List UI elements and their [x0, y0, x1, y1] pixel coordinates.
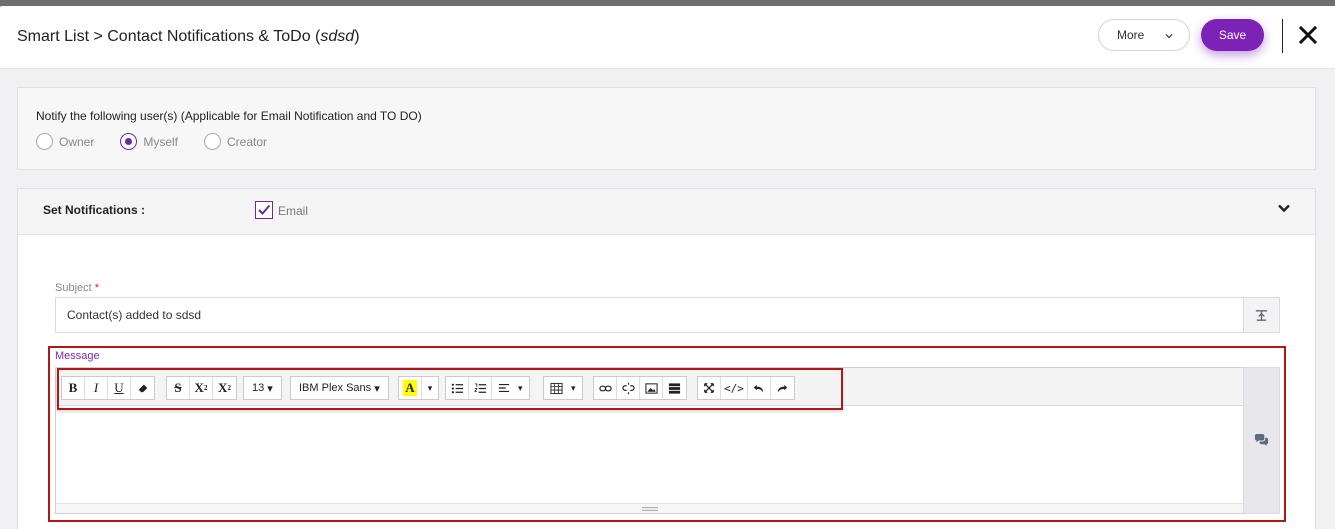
title-prefix: Smart List > Contact Notifications & ToD…: [17, 28, 321, 45]
modal-header: Smart List > Contact Notifications & ToD…: [0, 6, 1335, 69]
required-mark: *: [94, 282, 100, 294]
save-button[interactable]: Save: [1201, 19, 1264, 51]
radio-creator-label: Creator: [227, 134, 268, 149]
comments-icon: [1254, 433, 1269, 447]
radio-owner-label: Owner: [59, 134, 95, 149]
radio-owner-circle[interactable]: [36, 133, 53, 150]
subject-label-text: Subject: [55, 282, 92, 294]
radio-myself-label: Myself: [143, 134, 179, 149]
text-insert-icon: [1255, 309, 1268, 321]
radio-creator-circle[interactable]: [204, 133, 222, 150]
subject-input[interactable]: Contact(s) added to sdsd: [55, 297, 1244, 333]
merge-field-button[interactable]: [1243, 297, 1280, 333]
radio-myself-circle[interactable]: [120, 133, 138, 150]
more-label: More: [1117, 28, 1145, 42]
resize-grip-icon: [641, 506, 658, 511]
checkmark-icon: [258, 204, 271, 215]
close-icon[interactable]: [1298, 25, 1318, 45]
subject-label: Subject *: [55, 282, 99, 294]
notify-radio-group: Owner Myself Creator: [36, 133, 293, 150]
more-dropdown-button[interactable]: More: [1098, 19, 1190, 51]
modal-dialog: Smart List > Contact Notifications & ToD…: [0, 6, 1335, 529]
radio-owner[interactable]: Owner: [36, 133, 94, 150]
header-divider: [1282, 19, 1283, 53]
chevron-down-icon: [1165, 34, 1173, 39]
title-suffix: ): [354, 28, 360, 45]
email-label: Email: [278, 204, 309, 218]
notify-label: Notify the following user(s) (Applicable…: [36, 109, 422, 123]
radio-myself[interactable]: Myself: [120, 133, 178, 150]
comment-toggle-button[interactable]: [1243, 367, 1280, 514]
message-label: Message: [55, 350, 100, 362]
email-checkbox[interactable]: [255, 201, 273, 219]
title-list-name: sdsd: [320, 28, 355, 45]
notifications-panel: Set Notifications : Email Subject * Cont…: [17, 188, 1316, 529]
radio-creator[interactable]: Creator: [204, 133, 267, 150]
chevron-down-icon[interactable]: [1276, 200, 1292, 216]
notifications-header: Set Notifications : Email: [18, 189, 1315, 235]
page-title: Smart List > Contact Notifications & ToD…: [17, 28, 360, 46]
toolbar-highlight-outline: [57, 368, 843, 410]
set-notifications-label: Set Notifications :: [43, 203, 146, 217]
editor-resize-handle[interactable]: [56, 503, 1243, 513]
notify-users-panel: Notify the following user(s) (Applicable…: [17, 87, 1316, 170]
